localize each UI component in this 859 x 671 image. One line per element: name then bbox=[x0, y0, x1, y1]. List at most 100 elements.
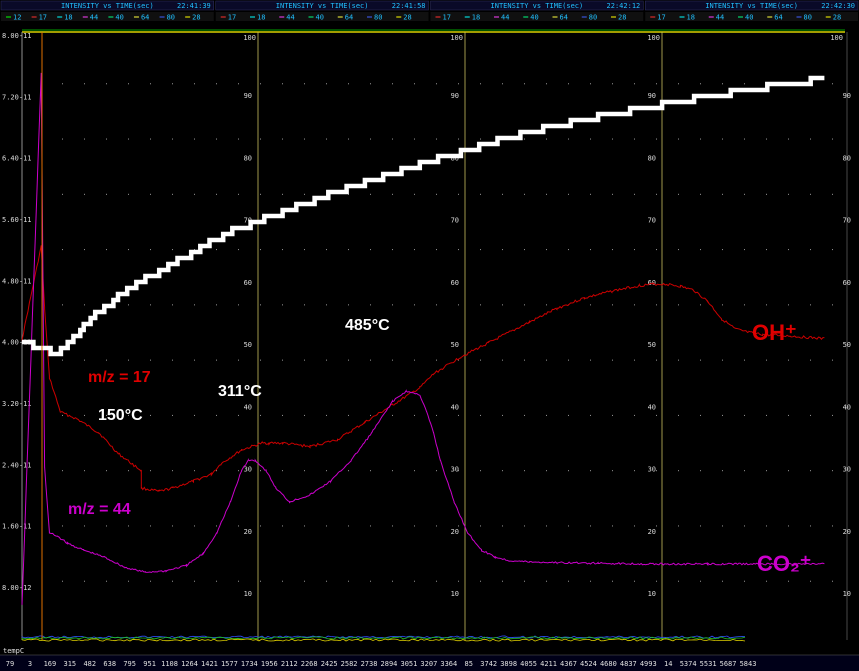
grid-dot bbox=[304, 83, 305, 85]
grid-dot bbox=[150, 83, 151, 85]
grid-dot bbox=[238, 193, 239, 195]
legend-label: 80 bbox=[589, 14, 597, 22]
grid-dot bbox=[678, 580, 679, 582]
grid-dot bbox=[282, 470, 283, 472]
grid-dot bbox=[84, 525, 85, 527]
y-right-tick: 70 bbox=[843, 217, 851, 225]
x-tick: 1421 bbox=[201, 660, 218, 668]
grid-dot bbox=[348, 414, 349, 416]
grid-dot bbox=[480, 470, 481, 472]
grid-dot bbox=[194, 304, 195, 306]
grid-dot bbox=[744, 249, 745, 251]
grid-dot bbox=[788, 414, 789, 416]
y-left-tick: 5.60-11 bbox=[2, 216, 32, 224]
grid-dot bbox=[700, 414, 701, 416]
grid-dot bbox=[370, 304, 371, 306]
grid-dot bbox=[766, 304, 767, 306]
grid-dot bbox=[480, 414, 481, 416]
y-left-tick: 3.20-11 bbox=[2, 400, 32, 408]
grid-dot bbox=[590, 470, 591, 472]
y-right-tick: 60 bbox=[843, 279, 851, 287]
grid-dot bbox=[458, 304, 459, 306]
legend-label: 64 bbox=[345, 14, 353, 22]
grid-dot bbox=[348, 138, 349, 140]
grid-dot bbox=[216, 83, 217, 85]
grid-dot bbox=[568, 414, 569, 416]
grid-row bbox=[62, 414, 833, 416]
grid-dot bbox=[832, 83, 833, 85]
grid-dot bbox=[238, 414, 239, 416]
grid-dot bbox=[722, 249, 723, 251]
y-right-tick: 60 bbox=[648, 279, 656, 287]
grid-dot bbox=[106, 580, 107, 582]
grid-dot bbox=[656, 249, 657, 251]
grid-row bbox=[62, 83, 833, 85]
grid-dot bbox=[194, 193, 195, 195]
grid-dot bbox=[436, 193, 437, 195]
legend-label: 40 bbox=[316, 14, 324, 22]
grid-dot bbox=[392, 83, 393, 85]
grid-dot bbox=[678, 138, 679, 140]
grid-dot bbox=[128, 193, 129, 195]
mass-spec-chart: INTENSITY vs TIME(sec) 22:41:39 12 17 18 44 40… bbox=[0, 0, 859, 671]
grid-dot bbox=[392, 470, 393, 472]
grid-dot bbox=[106, 249, 107, 251]
grid-dot bbox=[84, 359, 85, 361]
grid-dot bbox=[700, 359, 701, 361]
grid-dot bbox=[414, 304, 415, 306]
grid-dot bbox=[480, 249, 481, 251]
legend-label: 64 bbox=[774, 14, 782, 22]
grid-dot bbox=[106, 525, 107, 527]
grid-dot bbox=[546, 83, 547, 85]
grid-dot bbox=[678, 470, 679, 472]
grid-dot bbox=[326, 525, 327, 527]
grid-dot bbox=[612, 580, 613, 582]
grid-dot bbox=[722, 304, 723, 306]
grid-dot bbox=[722, 359, 723, 361]
grid-dot bbox=[62, 193, 63, 195]
grid-row bbox=[62, 580, 833, 582]
grid-dot bbox=[612, 470, 613, 472]
panel-top-label: 100 bbox=[830, 34, 843, 42]
grid-dot bbox=[392, 249, 393, 251]
grid-dot bbox=[524, 525, 525, 527]
grid-dot bbox=[62, 83, 63, 85]
annotation-label: CO₂⁺ bbox=[757, 551, 811, 576]
grid-dot bbox=[436, 304, 437, 306]
grid-dot bbox=[502, 83, 503, 85]
grid-row bbox=[62, 138, 833, 140]
grid-dot bbox=[590, 525, 591, 527]
x-tick: 2582 bbox=[341, 660, 358, 668]
grid-dot bbox=[678, 525, 679, 527]
grid-dot bbox=[612, 193, 613, 195]
grid-dot bbox=[216, 414, 217, 416]
y-right-tick: 20 bbox=[648, 528, 656, 536]
grid-dot bbox=[414, 414, 415, 416]
grid-dot bbox=[744, 470, 745, 472]
grid-dot bbox=[502, 580, 503, 582]
y-right-tick: 90 bbox=[648, 92, 656, 100]
grid-dot bbox=[546, 138, 547, 140]
grid-dot bbox=[634, 249, 635, 251]
grid-dot bbox=[546, 580, 547, 582]
grid-dot bbox=[810, 138, 811, 140]
grid-dot bbox=[172, 249, 173, 251]
grid-dot bbox=[304, 193, 305, 195]
grid-dot bbox=[62, 138, 63, 140]
y-right-tick: 10 bbox=[648, 590, 656, 598]
grid-dot bbox=[458, 193, 459, 195]
grid-dot bbox=[216, 249, 217, 251]
grid-dot bbox=[260, 83, 261, 85]
y-right-tick: 30 bbox=[843, 466, 851, 474]
grid-dot bbox=[84, 249, 85, 251]
grid-dot bbox=[766, 525, 767, 527]
grid-dot bbox=[348, 580, 349, 582]
annotation-label: 485°C bbox=[345, 317, 390, 334]
grid-dot bbox=[84, 414, 85, 416]
x-tick: 79 bbox=[6, 660, 14, 668]
grid-dot bbox=[304, 580, 305, 582]
x-tick: 482 bbox=[83, 660, 96, 668]
grid-dot bbox=[788, 359, 789, 361]
grid-dot bbox=[260, 304, 261, 306]
x-tick: 2268 bbox=[301, 660, 318, 668]
